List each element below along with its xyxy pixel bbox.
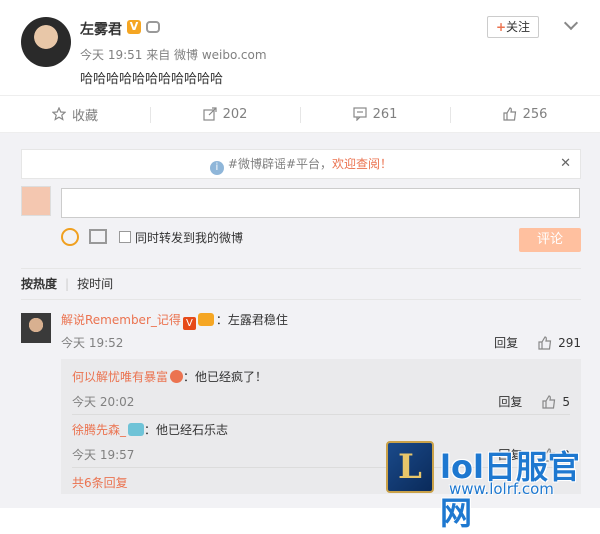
comment-meta: 今天 19:52 回复 291 [61,334,581,351]
repost-count: 202 [222,106,248,122]
image-icon[interactable] [89,229,107,244]
composer-tools: 同时转发到我的微博 评论 [61,226,581,252]
like-icon [502,107,516,121]
robot-icon [146,21,160,33]
repost-checkbox[interactable] [119,231,131,243]
badge-icon [128,423,145,436]
like-icon [538,335,552,350]
reply-divider [72,414,570,415]
crown-icon [197,313,214,326]
reply-meta: 今天 20:02 回复 5 [72,393,570,410]
comment-button[interactable]: 261 [300,96,450,132]
sort-by-hot[interactable]: 按热度 [21,277,57,291]
comment-input[interactable] [61,188,580,218]
author-name[interactable]: 左雾君 [80,19,122,39]
reply-body: 徐腾先森_ ：他已经石乐志 [72,421,228,438]
reply-text: ：他已经疯了！ [183,370,268,384]
reply-button[interactable]: 回复 [494,334,518,351]
chevron-down-icon[interactable] [563,15,579,31]
emoji-icon[interactable] [61,228,79,246]
commenter-avatar[interactable] [21,313,51,343]
reply-user[interactable]: 徐腾先森_ [72,423,126,437]
comment-sort-bar: 按热度 | 按时间 [21,268,581,300]
notice-text: #微博辟谣#平台， [227,157,333,171]
post-meta: 今天 19:51 来自 微博 weibo.com [80,48,267,62]
comment-count: 261 [372,106,398,122]
repost-button[interactable]: 202 [150,96,300,132]
share-icon [202,107,217,121]
follow-button[interactable]: +关注 [487,16,539,38]
comment-text: ：左露君稳住 [215,313,288,327]
comment-icon [352,107,367,121]
reply-button[interactable]: 回复 [498,393,522,410]
favorite-label: 收藏 [71,108,98,124]
plus-icon: + [495,20,507,34]
comment-body: 解说Remember_记得 V ：左露君稳住 [61,311,288,330]
info-icon: i [209,161,224,175]
watermark-url: www.lolrf.com [449,480,554,498]
like-count: 256 [522,106,548,122]
verified-badge-icon: V [127,20,141,34]
post-content: 哈哈哈哈哈哈哈哈哈哈哈 [80,72,224,87]
reply-body: 何以解忧唯有暴富 ：他已经疯了！ [72,368,267,385]
reply-time: 今天 19:57 [72,448,135,462]
repost-checkbox-label: 同时转发到我的微博 [135,231,244,245]
notice-link[interactable]: 欢迎查阅！ [332,157,392,171]
reply-like-count: 5 [562,394,570,409]
post-action-bar: 收藏 202 261 256 [0,95,600,133]
reply-user[interactable]: 何以解忧唯有暴富 [72,370,168,384]
sort-divider: | [65,277,70,291]
comment-like-count: 291 [558,335,581,350]
comment-time: 今天 19:52 [61,336,124,350]
sort-by-time[interactable]: 按时间 [77,277,113,291]
like-button[interactable]: 256 [450,96,600,132]
star-icon [51,107,66,121]
commenter-name[interactable]: 解说Remember_记得 [61,313,181,327]
weibo-post: 左雾君 V 今天 19:51 来自 微博 weibo.com 哈哈哈哈哈哈哈哈哈… [0,0,600,95]
favorite-button[interactable]: 收藏 [0,96,150,132]
rumor-notice: i #微博辟谣#平台，欢迎查阅！ ✕ [21,149,581,179]
more-replies-link[interactable]: 共6条回复 [72,474,128,491]
close-icon[interactable]: ✕ [560,150,571,178]
verified-badge-icon: V [182,317,196,330]
submit-comment-button[interactable]: 评论 [519,228,581,252]
reply-like-button[interactable]: 5 [542,393,570,410]
reply-time: 今天 20:02 [72,395,135,409]
follow-label: 关注 [506,20,531,34]
author-avatar[interactable] [21,17,71,67]
comment-like-button[interactable]: 291 [538,334,581,351]
my-avatar [21,186,51,216]
watermark-logo: L [386,441,434,493]
like-icon [542,394,556,409]
reply-text: ：他已经石乐志 [144,423,229,437]
badge-icon [170,370,184,383]
